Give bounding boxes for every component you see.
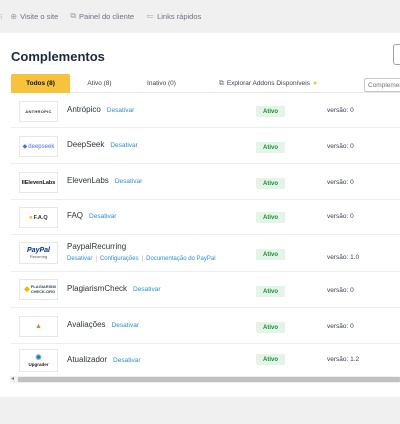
- addon-row: ANTHROPIC Antrópico Desativar Ativo versã…: [11, 94, 400, 128]
- version-text: versão: 0: [327, 213, 354, 220]
- status-badge: Ativo: [256, 354, 285, 365]
- version-text: versão: 0: [327, 323, 354, 330]
- review-logo-icon: ▲: [35, 323, 42, 330]
- tab-inactive-label: Inativo (0): [147, 80, 176, 87]
- addon-name: DeepSeek Desativar: [67, 140, 138, 149]
- version-text: versão: 0: [327, 287, 354, 294]
- status-badge: Ativo: [256, 106, 285, 117]
- addon-logo: ANTHROPIC: [19, 101, 58, 122]
- addon-name: Antrópico Desativar: [67, 105, 135, 114]
- addon-row: PayPal Recurring PaypalRecurring Desativ…: [11, 236, 400, 272]
- addon-logo: ✺ Upgrader: [19, 349, 58, 372]
- addon-name: ElevenLabs Desativar: [67, 176, 143, 185]
- version-text: versão: 0: [327, 179, 354, 186]
- addon-row: ■ F.A.Q FAQ Desativar Ativo versão: 0: [11, 201, 400, 235]
- list-icon: ≔: [146, 11, 155, 21]
- deactivate-link[interactable]: Desativar: [110, 142, 137, 149]
- addon-logo: PayPal Recurring: [19, 242, 58, 264]
- horizontal-scrollbar[interactable]: ◂: [10, 376, 400, 383]
- version-text: versão: 0: [327, 143, 354, 150]
- deactivate-link[interactable]: Desativar: [133, 286, 160, 293]
- addon-name: FAQ Desativar: [67, 211, 117, 220]
- tab-all-label: Todos (8): [26, 80, 55, 87]
- client-panel-label: Painel do cliente: [79, 11, 135, 21]
- addon-name: PaypalRecurring: [67, 242, 127, 251]
- shield-icon: ◆: [24, 285, 30, 293]
- settings-link[interactable]: Configurações: [100, 256, 139, 262]
- addon-logo: ▲: [19, 316, 58, 337]
- globe-icon: ⊕: [10, 11, 18, 21]
- visit-site-label: Visite o site: [20, 11, 59, 21]
- tab-explore[interactable]: ⧉ Explorar Addons Disponíveis ●: [203, 74, 333, 93]
- addon-logo: ■ F.A.Q: [19, 207, 58, 228]
- quick-links-label: Links rápidos: [157, 11, 202, 21]
- tab-explore-label: Explorar Addons Disponíveis: [226, 80, 310, 87]
- addon-logo: IIElevenLabs: [19, 172, 58, 193]
- deactivate-link[interactable]: Desativar: [89, 213, 116, 220]
- client-panel-link[interactable]: ⧉ Painel do cliente: [70, 11, 134, 21]
- external-link-icon: ⧉: [218, 79, 224, 87]
- addon-links: Desativar | Configurações | Documentação do …: [67, 256, 216, 262]
- status-badge: Ativo: [256, 249, 285, 260]
- addon-name: PlagiarismCheck Desativar: [67, 284, 161, 293]
- addon-logo: ◆ PLAGIARISM CHECK.ORG: [19, 279, 58, 300]
- status-badge: Ativo: [256, 322, 285, 333]
- addon-row: ◆ PLAGIARISM CHECK.ORG PlagiarismCheck Des…: [11, 273, 400, 308]
- faq-icon: ■: [29, 214, 33, 221]
- scrollbar-thumb[interactable]: [18, 377, 400, 382]
- whale-icon: ◆: [22, 144, 28, 150]
- scroll-left-icon[interactable]: ◂: [11, 375, 14, 382]
- separator-icon: ⁝: [0, 11, 3, 21]
- action-button[interactable]: [393, 44, 400, 65]
- tab-active-label: Ativo (8): [87, 80, 112, 87]
- search-input[interactable]: [364, 78, 400, 92]
- addon-logo: ◆ deepseek: [19, 136, 58, 157]
- addon-row: ✺ Upgrader Atualizador Desativar Ativo ve…: [11, 345, 400, 376]
- tab-active[interactable]: Ativo (8): [70, 74, 129, 93]
- version-text: versão: 1.0: [327, 254, 360, 261]
- paypal-docs-link[interactable]: Documentação do PayPal: [146, 256, 215, 262]
- tab-inactive[interactable]: Inativo (0): [129, 74, 194, 93]
- visit-site-link[interactable]: ⊕ Visite o site: [10, 12, 58, 21]
- version-text: versão: 1.2: [327, 356, 360, 363]
- deactivate-link[interactable]: Desativar: [107, 107, 134, 114]
- status-badge: Ativo: [256, 178, 285, 189]
- addon-row: ◆ deepseek DeepSeek Desativar Ativo versão…: [11, 129, 400, 164]
- gear-icon: ✺: [35, 353, 42, 362]
- quick-links-link[interactable]: ≔ Links rápidos: [146, 12, 201, 21]
- addon-row: IIElevenLabs ElevenLabs Desativar Ativo v…: [11, 165, 400, 200]
- status-badge: Ativo: [256, 286, 285, 297]
- deactivate-link[interactable]: Desativar: [115, 178, 142, 185]
- top-bar: ⁝ ⊕ Visite o site ⧉ Painel do cliente ≔ …: [0, 0, 400, 32]
- addon-name: Atualizador Desativar: [67, 355, 141, 364]
- deactivate-link[interactable]: Desativar: [112, 322, 139, 329]
- status-badge: Ativo: [256, 142, 285, 153]
- status-badge: Ativo: [256, 212, 285, 223]
- addon-name: Avaliações Desativar: [67, 320, 140, 329]
- page-title: Complementos: [11, 49, 105, 64]
- external-link-icon: ⧉: [70, 11, 77, 20]
- deactivate-link[interactable]: Desativar: [113, 357, 140, 364]
- version-text: versão: 0: [327, 107, 354, 114]
- addons-card: Complementos Todos (8) Ativo (8) Inativo…: [0, 33, 400, 397]
- addon-row: ▲ Avaliações Desativar Ativo versão: 0: [11, 309, 400, 344]
- tab-bar: Todos (8) Ativo (8) Inativo (0) ⧉ Explor…: [11, 74, 400, 93]
- deactivate-link[interactable]: Desativar: [67, 256, 92, 262]
- tab-all[interactable]: Todos (8): [11, 74, 70, 93]
- star-icon: ●: [312, 80, 318, 87]
